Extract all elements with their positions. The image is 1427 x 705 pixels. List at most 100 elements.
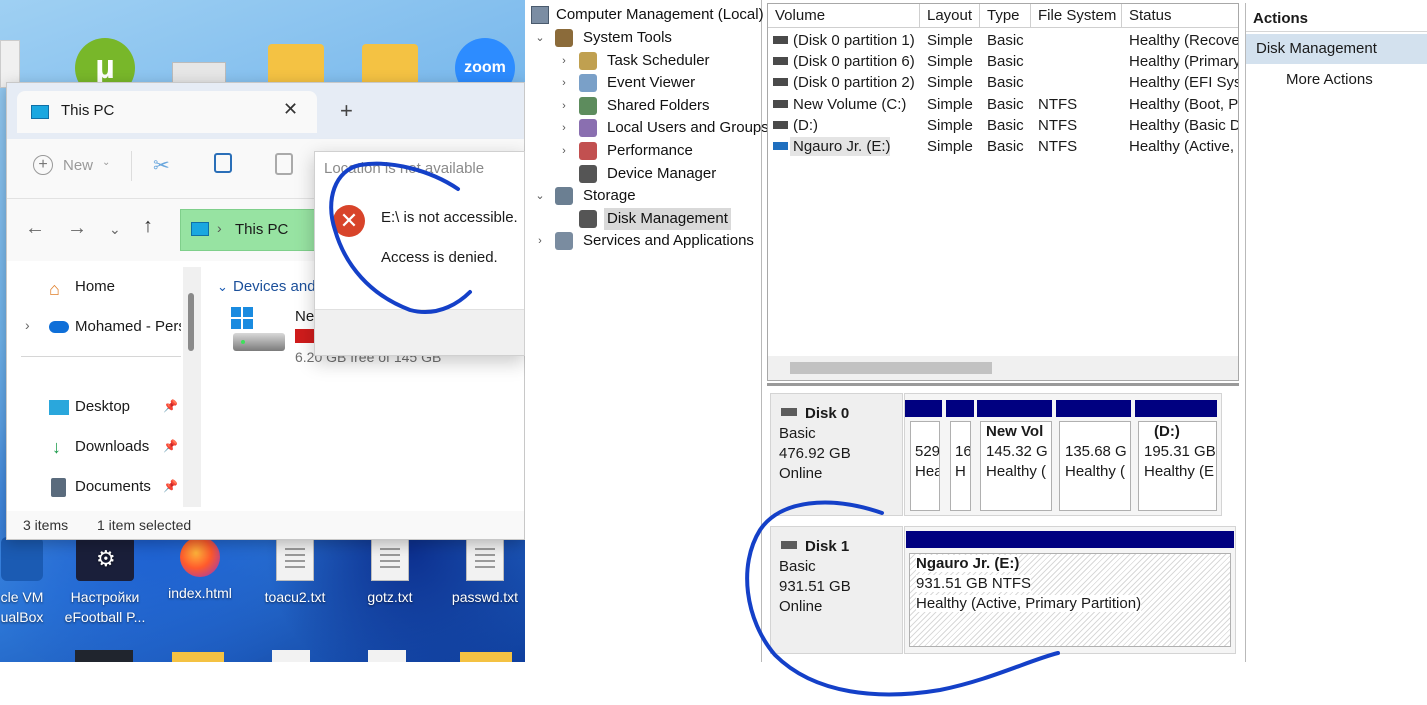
partition-disk0-p6[interactable]: 16 H xyxy=(950,421,971,511)
tree-item-system-tools[interactable]: ⌄ System Tools xyxy=(525,27,761,49)
partition-disk1-e[interactable]: Ngauro Jr. (E:) 931.51 GB NTFS Healthy (… xyxy=(909,553,1231,647)
column-header-file-system[interactable]: File System xyxy=(1031,4,1122,28)
table-cell: Basic xyxy=(987,138,1024,155)
column-header-layout[interactable]: Layout xyxy=(920,4,980,28)
back-arrow-icon[interactable]: ← xyxy=(25,217,45,240)
close-tab-icon[interactable]: ✕ xyxy=(283,99,298,120)
expand-chevron-icon[interactable]: › xyxy=(557,140,571,162)
tree-item-task-scheduler[interactable]: › Task Scheduler xyxy=(525,50,761,72)
pin-icon[interactable]: 📌 xyxy=(163,479,178,493)
expand-chevron-icon[interactable]: › xyxy=(25,317,30,333)
expand-chevron-icon[interactable]: › xyxy=(533,230,547,252)
table-cell: Simple xyxy=(927,138,973,155)
desktop-icon-passwd[interactable]: passwd.txt xyxy=(445,537,525,607)
nav-item-onedrive[interactable]: Mohamed - Pers xyxy=(49,315,181,339)
collapse-chevron-icon[interactable]: ⌄ xyxy=(533,185,547,207)
nav-item-label: Mohamed - Pers xyxy=(75,318,181,335)
tree-label: Shared Folders xyxy=(607,96,710,114)
partition-disk0-c[interactable]: New Vol 145.32 G Healthy ( xyxy=(980,421,1052,511)
column-header-status[interactable]: Status xyxy=(1122,4,1238,28)
table-cell xyxy=(1038,72,1122,93)
recent-chevron-icon[interactable]: ⌄ xyxy=(109,221,121,238)
table-cell: (Disk 0 partition 1) xyxy=(793,32,915,49)
table-row[interactable]: (D:) Simple Basic NTFS Healthy (Basic D xyxy=(768,115,1238,136)
partition-disk0-p1[interactable]: 529 Hea xyxy=(910,421,940,511)
table-row[interactable]: (Disk 0 partition 6) Simple Basic Healthy (… xyxy=(768,51,1238,72)
table-row[interactable]: (Disk 0 partition 2) Simple Basic Healthy (… xyxy=(768,72,1238,93)
tab-this-pc[interactable]: This PC ✕ xyxy=(17,91,317,133)
desktop-icon-gotz[interactable]: gotz.txt xyxy=(350,537,430,607)
volume-icon xyxy=(773,120,788,129)
table-row[interactable]: Ngauro Jr. (E:) Simple Basic NTFS Healthy (A… xyxy=(768,136,1238,157)
volume-icon xyxy=(773,36,788,44)
partition-disk0-p[interactable]: 135.68 G Healthy ( xyxy=(1059,421,1131,511)
disk-0-info[interactable]: Disk 0 Basic 476.92 GB Online xyxy=(770,393,903,516)
desktop-icon-virtualbox[interactable]: cle VM ualBox xyxy=(0,537,62,627)
disk-type: Basic xyxy=(779,425,816,442)
file-icon[interactable] xyxy=(0,40,20,88)
table-row[interactable]: (Disk 0 partition 1) Simple Basic Healthy (… xyxy=(768,30,1238,51)
table-cell: Basic xyxy=(987,53,1024,71)
desktop-icon-toacu2[interactable]: toacu2.txt xyxy=(255,537,335,607)
partition-title: New Vol xyxy=(986,423,1044,440)
monitor-icon xyxy=(191,222,209,236)
new-tab-icon[interactable]: + xyxy=(340,98,353,124)
device-manager-icon xyxy=(579,164,597,183)
new-plus-icon: + xyxy=(33,155,53,175)
column-header-volume[interactable]: Volume xyxy=(768,4,920,28)
collapse-chevron-icon[interactable]: ⌄ xyxy=(533,27,547,49)
more-actions-link[interactable]: More Actions xyxy=(1286,69,1373,91)
pin-icon[interactable]: 📌 xyxy=(163,399,178,413)
table-row[interactable]: New Volume (C:) Simple Basic NTFS Healthy (B… xyxy=(768,94,1238,115)
up-arrow-icon[interactable]: ↑ xyxy=(143,215,153,238)
download-arrow-icon: ↓ xyxy=(52,437,61,457)
firefox-icon xyxy=(180,537,220,577)
disk-1-info[interactable]: Disk 1 Basic 931.51 GB Online xyxy=(770,526,903,654)
copy-icon[interactable] xyxy=(214,153,232,173)
expand-chevron-icon[interactable]: › xyxy=(557,95,571,117)
expand-chevron-icon[interactable]: › xyxy=(557,72,571,94)
tree-item-device-manager[interactable]: Device Manager xyxy=(525,163,761,185)
section-chevron-icon[interactable]: ⌄ xyxy=(217,279,228,295)
volume-list: Volume Layout Type File System Status (D… xyxy=(767,3,1239,381)
paste-icon[interactable] xyxy=(275,153,293,175)
actions-section-disk-management[interactable]: Disk Management xyxy=(1246,34,1427,64)
dialog-title: Location is not available xyxy=(324,160,485,177)
table-cell: NTFS xyxy=(1038,138,1078,155)
section-devices-and-drives[interactable]: Devices and xyxy=(233,278,316,295)
folder-icon[interactable] xyxy=(268,44,324,86)
horizontal-scrollbar[interactable] xyxy=(768,356,1238,380)
nav-scrollbar-thumb[interactable] xyxy=(188,293,194,351)
nav-scrollbar[interactable] xyxy=(183,267,201,507)
table-cell xyxy=(1038,30,1122,51)
desktop-icon-efootball[interactable]: ⚙ Настройки eFootball P... xyxy=(62,537,148,627)
tree-item-local-users-and-groups[interactable]: › Local Users and Groups xyxy=(525,117,769,139)
drive-name[interactable]: Ne xyxy=(295,308,314,325)
partition-disk0-d[interactable]: (D:) 195.31 GB Healthy (E xyxy=(1138,421,1217,511)
tree-label: Services and Applications xyxy=(583,232,754,250)
breadcrumb-this-pc[interactable]: This PC xyxy=(235,221,288,238)
pin-icon[interactable]: 📌 xyxy=(163,439,178,453)
tree-item-event-viewer[interactable]: › Event Viewer xyxy=(525,72,761,94)
desktop-icon-index-html[interactable]: index.html xyxy=(160,537,240,603)
error-detail: Access is denied. xyxy=(381,249,498,266)
status-bar: 3 items 1 item selected xyxy=(7,511,524,539)
status-selected-count: 1 item selected xyxy=(97,517,192,533)
forward-arrow-icon[interactable]: → xyxy=(67,217,87,240)
tree-item-performance[interactable]: › Performance xyxy=(525,140,761,162)
desktop-icon-label: index.html xyxy=(168,585,232,601)
tree-item-storage[interactable]: ⌄ Storage xyxy=(525,185,761,207)
partition-header xyxy=(1056,400,1131,417)
cut-icon[interactable]: ✂ xyxy=(153,153,170,178)
tree-item-disk-management[interactable]: Disk Management xyxy=(525,207,761,230)
column-header-type[interactable]: Type xyxy=(980,4,1031,28)
expand-chevron-icon[interactable]: › xyxy=(557,117,571,139)
table-cell: New Volume (C:) xyxy=(793,95,907,113)
expand-chevron-icon[interactable]: › xyxy=(557,50,571,72)
horizontal-scrollbar-thumb[interactable] xyxy=(790,362,992,374)
tree-item-shared-folders[interactable]: › Shared Folders xyxy=(525,95,761,117)
new-button[interactable]: New xyxy=(63,157,93,174)
disk-icon xyxy=(781,408,797,416)
folder-icon[interactable] xyxy=(362,44,418,86)
tree-item-services-and-applications[interactable]: › Services and Applications xyxy=(525,230,761,252)
